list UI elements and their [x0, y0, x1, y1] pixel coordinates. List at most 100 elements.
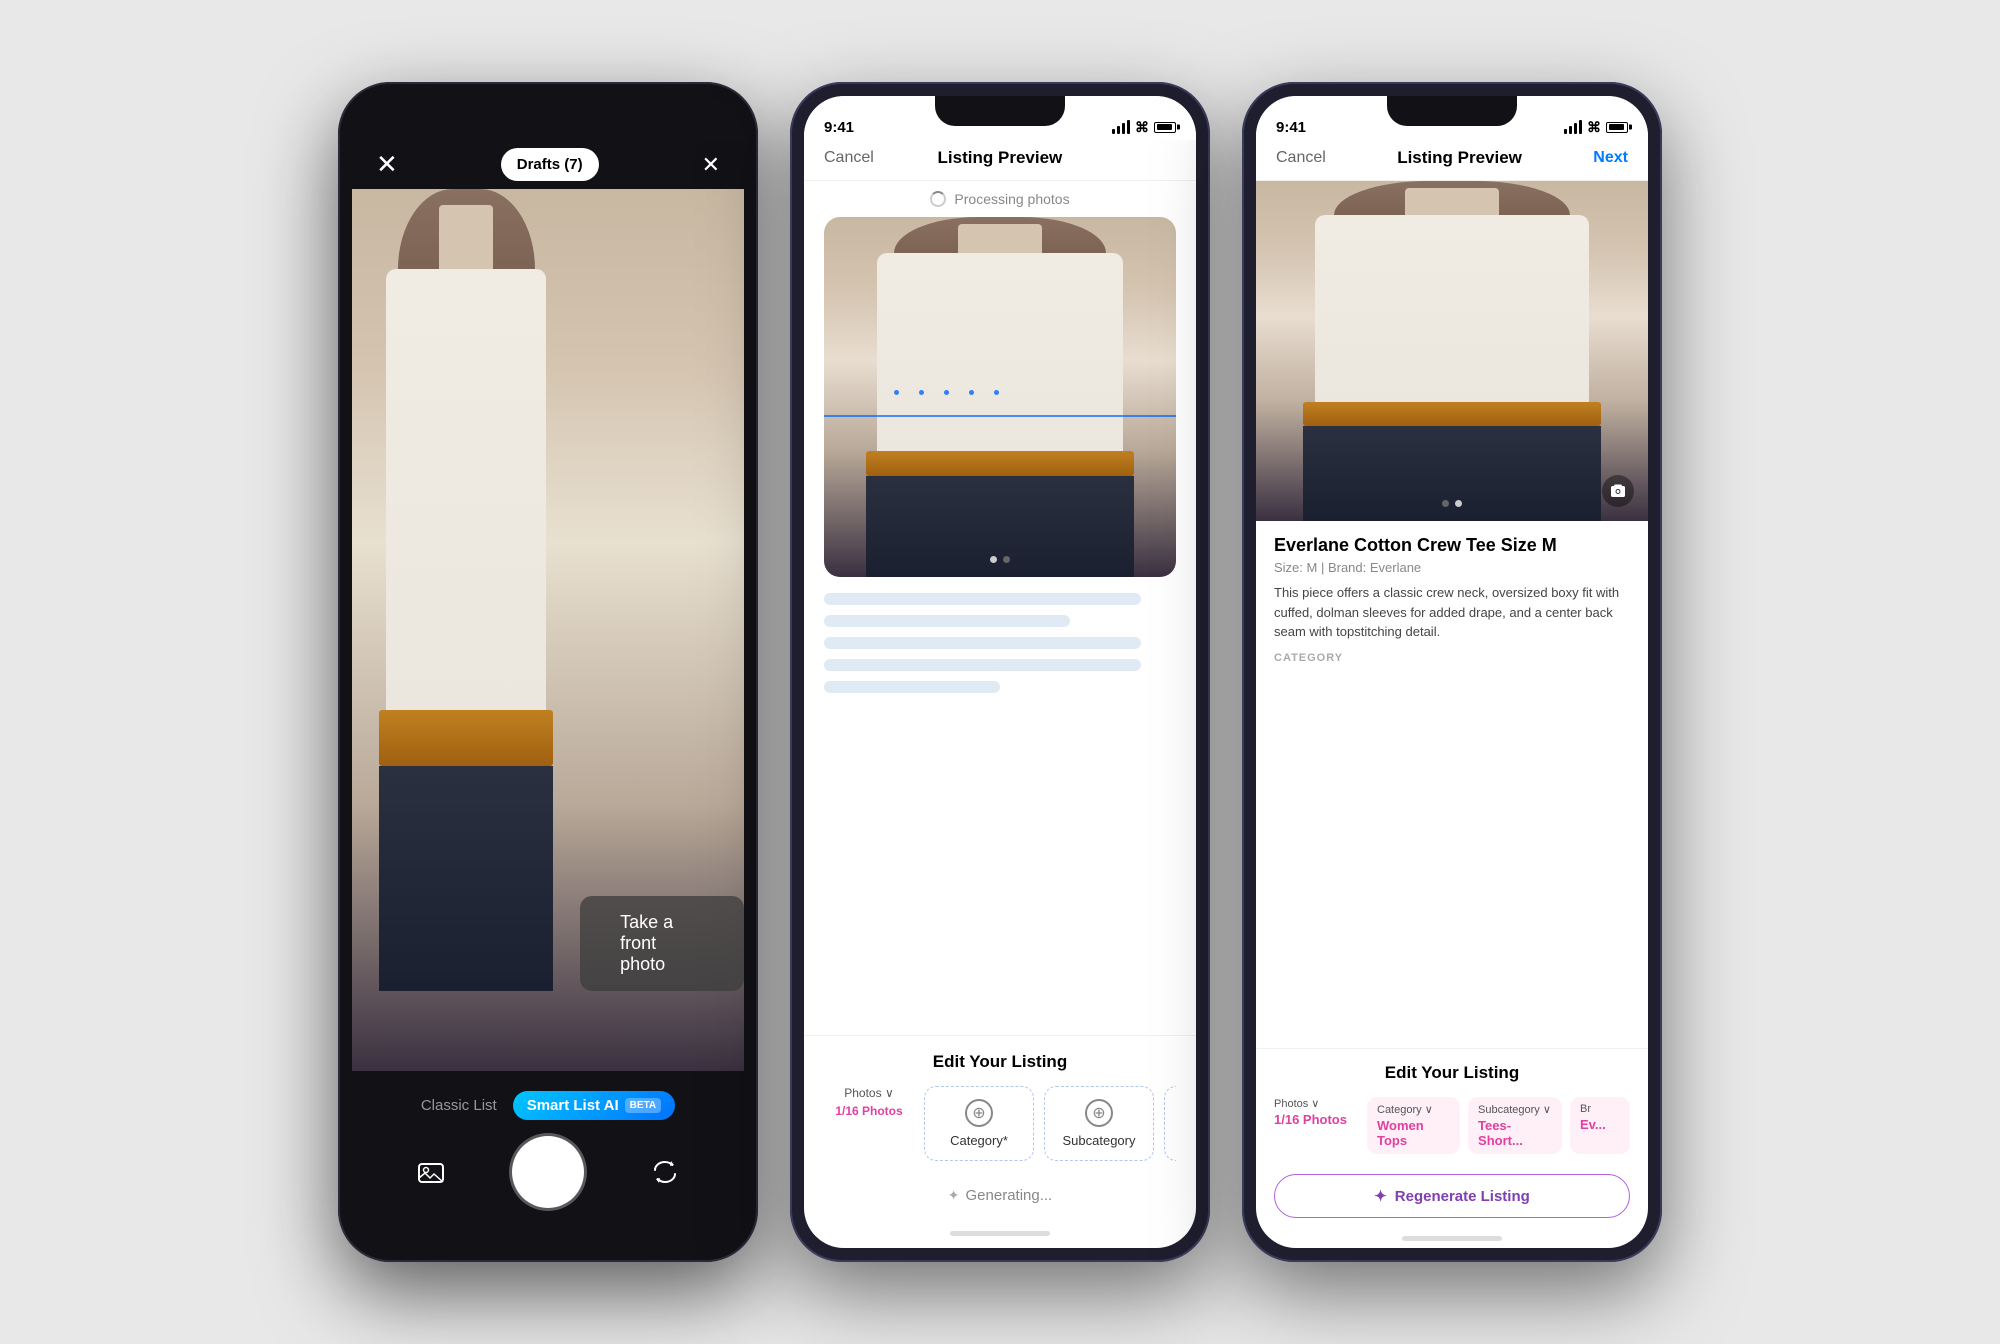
generating-text: Generating... [966, 1187, 1053, 1204]
edit-tabs-3: Photos ∨ 1/16 Photos Category ∨ Women To… [1274, 1097, 1630, 1164]
home-indicator-2 [804, 1218, 1196, 1248]
phone-2: 9:41 ⌘ [790, 82, 1210, 1262]
processing-banner: Processing photos [804, 181, 1196, 217]
status-icons-2: ⌘ [1112, 119, 1176, 136]
tab-subcategory-2[interactable]: ⊕ Subcategory [1044, 1086, 1154, 1161]
camera-screen: ✕ Drafts (7) ✕ [352, 96, 744, 1248]
wifi-icon-3: ⌘ [1587, 119, 1601, 136]
listing-title: Everlane Cotton Crew Tee Size M [1274, 535, 1630, 556]
listing-cam-icon[interactable] [1602, 475, 1634, 507]
battery-fill-2 [1157, 124, 1172, 130]
belt-shape [379, 710, 552, 766]
fashion-photo [352, 189, 580, 991]
smart-mode-label: Smart List AI [527, 1097, 619, 1114]
tab-photos-value: 1/16 Photos [835, 1104, 902, 1118]
listing-image-dots [1442, 500, 1462, 507]
fashion-photo-2 [824, 217, 1176, 577]
signal-bars-3 [1564, 120, 1582, 134]
tab-brand-label-3: Br [1580, 1103, 1591, 1115]
phone-3: 9:41 ⌘ [1242, 82, 1662, 1262]
signal-bar-4-3 [1579, 120, 1582, 134]
phone-3-screen: 9:41 ⌘ [1256, 96, 1648, 1248]
beta-badge: BETA [625, 1098, 661, 1113]
notch-2 [935, 96, 1065, 126]
page-title-2: Listing Preview [938, 148, 1063, 168]
tab-photos-val-3: 1/16 Photos [1274, 1112, 1347, 1127]
next-button-3[interactable]: Next [1593, 149, 1628, 167]
notch-3 [1387, 96, 1517, 126]
listing-preview-screen: 9:41 ⌘ [1256, 96, 1648, 1248]
tab-photos-3[interactable]: Photos ∨ 1/16 Photos [1274, 1097, 1359, 1154]
tab-photos-2[interactable]: Photos ∨ 1/16 Photos [824, 1086, 914, 1161]
listing-image [1256, 181, 1648, 521]
edit-listing-section-2: Edit Your Listing Photos ∨ 1/16 Photos ⊕… [804, 1035, 1196, 1173]
camera-viewfinder: Take a front photo [352, 189, 744, 1071]
cancel-button-2[interactable]: Cancel [824, 149, 874, 167]
edit-tabs-2: Photos ∨ 1/16 Photos ⊕ Category* ⊕ Subca… [824, 1086, 1176, 1173]
shutter-button[interactable] [512, 1136, 584, 1208]
image-dots-2 [990, 556, 1010, 563]
photo-instruction-label: Take a front photo [580, 896, 744, 991]
signal-bar-3-3 [1574, 123, 1577, 134]
scan-dot-3 [944, 390, 949, 395]
signal-bar-1 [1112, 129, 1115, 134]
wifi-icon-2: ⌘ [1135, 119, 1149, 136]
listing-dot-2 [1455, 500, 1462, 507]
tab-brand-2[interactable]: ⊕ B [1164, 1086, 1176, 1161]
signal-bar-2 [1117, 126, 1120, 134]
camera-bottom-bar: Classic List Smart List AI BETA [352, 1071, 744, 1248]
processing-screen: 9:41 ⌘ [804, 96, 1196, 1248]
camera-controls [382, 1136, 714, 1208]
tab-subcategory-label: Subcategory [1063, 1133, 1136, 1148]
belt-shape-2 [866, 451, 1134, 476]
signal-bar-1-3 [1564, 129, 1567, 134]
signal-bar-3 [1122, 123, 1125, 134]
scan-dot-5 [994, 390, 999, 395]
skel-line-5 [824, 681, 1000, 693]
home-bar-2 [950, 1231, 1050, 1236]
jeans-shape [379, 766, 552, 991]
category-section-label: CATEGORY [1274, 652, 1630, 664]
fashion-photo-3 [1256, 181, 1648, 521]
tab-brand-3[interactable]: Br Ev... [1570, 1097, 1630, 1154]
camera-photo-bg: Take a front photo [352, 189, 744, 1071]
phones-container: ✕ Drafts (7) ✕ [338, 82, 1662, 1262]
status-icons-3: ⌘ [1564, 119, 1628, 136]
classic-mode-option[interactable]: Classic List [421, 1097, 497, 1114]
edit-listing-title-2: Edit Your Listing [824, 1052, 1176, 1072]
cancel-button-3[interactable]: Cancel [1276, 149, 1326, 167]
phone-1-screen: ✕ Drafts (7) ✕ [352, 96, 744, 1248]
smart-mode-option[interactable]: Smart List AI BETA [513, 1091, 675, 1120]
close-icon[interactable]: ✕ [376, 149, 398, 180]
signal-bar-4 [1127, 120, 1130, 134]
phone-2-screen: 9:41 ⌘ [804, 96, 1196, 1248]
status-time-3: 9:41 [1276, 119, 1306, 136]
subcategory-circle-icon: ⊕ [1085, 1099, 1113, 1127]
tab-photos-label: Photos ∨ [844, 1086, 893, 1100]
edit-icon[interactable]: ✕ [702, 152, 720, 178]
signal-bar-2-3 [1569, 126, 1572, 134]
skeleton-area [804, 577, 1196, 1035]
listing-desc: This piece offers a classic crew neck, o… [1274, 583, 1630, 642]
gallery-icon[interactable] [413, 1154, 449, 1190]
flip-camera-icon[interactable] [647, 1154, 683, 1190]
scan-dots [894, 390, 1140, 395]
regenerate-button[interactable]: ✦ Regenerate Listing [1274, 1174, 1630, 1218]
regen-sparkle-icon: ✦ [1374, 1187, 1387, 1205]
skel-line-1 [824, 593, 1141, 605]
preview-image [824, 217, 1176, 577]
home-bar-3 [1402, 1236, 1502, 1241]
scan-line [824, 415, 1176, 417]
home-indicator-3 [1256, 1228, 1648, 1248]
nav-bar-2: Cancel Listing Preview [804, 140, 1196, 181]
img-dot-2 [1003, 556, 1010, 563]
page-title-3: Listing Preview [1397, 148, 1522, 168]
tab-subcategory-3[interactable]: Subcategory ∨ Tees- Short... [1468, 1097, 1562, 1154]
drafts-button[interactable]: Drafts (7) [501, 148, 599, 181]
tab-category-3[interactable]: Category ∨ Women Tops [1367, 1097, 1460, 1154]
scan-dot-2 [919, 390, 924, 395]
tab-category-2[interactable]: ⊕ Category* [924, 1086, 1034, 1161]
skel-line-2 [824, 615, 1070, 627]
processing-text: Processing photos [954, 191, 1069, 207]
tab-subcategory-val-3: Tees- Short... [1478, 1118, 1552, 1148]
